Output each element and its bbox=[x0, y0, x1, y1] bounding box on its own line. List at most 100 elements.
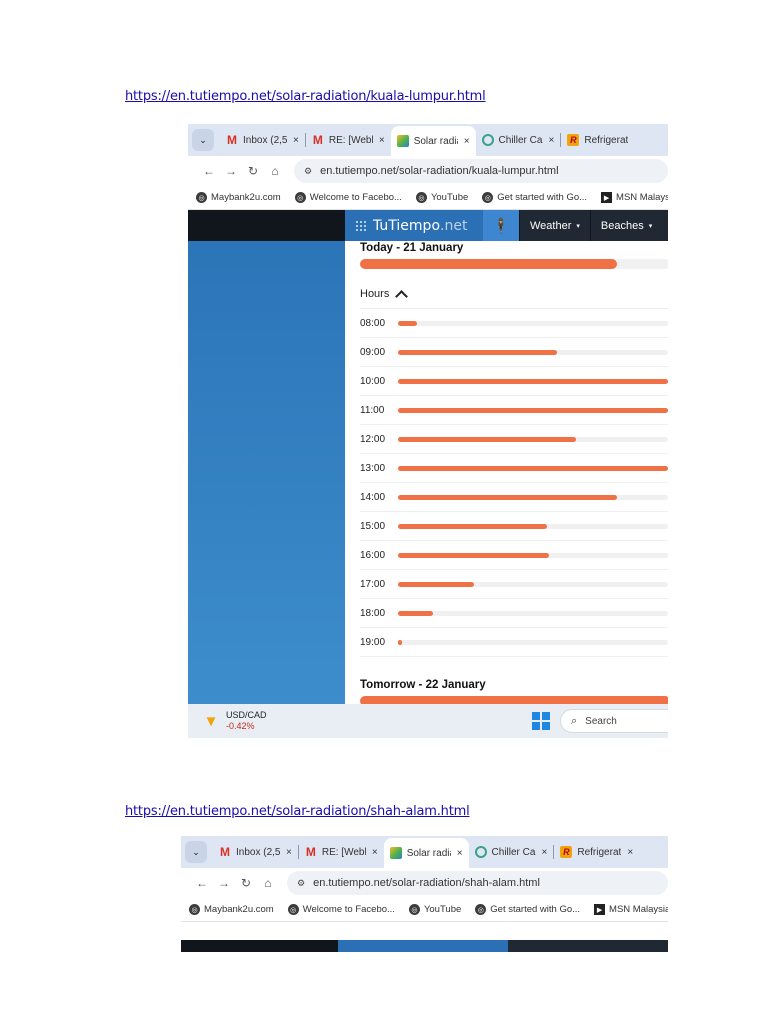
close-tab-icon[interactable]: × bbox=[549, 135, 555, 146]
address-bar[interactable]: ⚙ en.tutiempo.net/solar-radiation/shah-a… bbox=[287, 871, 668, 895]
close-tab-icon[interactable]: × bbox=[542, 847, 548, 858]
currency-ticker[interactable]: USD/CAD -0.42% bbox=[226, 710, 267, 732]
user-icon[interactable]: 🕴 bbox=[483, 210, 519, 241]
windows-start-icon[interactable] bbox=[532, 712, 550, 730]
menu-beaches[interactable]: Beaches ▾ bbox=[589, 210, 662, 241]
bookmark-item[interactable]: ◎ Maybank2u.com bbox=[189, 904, 274, 915]
tab-title: Solar radia bbox=[406, 847, 451, 859]
hour-radiation-fill bbox=[398, 610, 434, 616]
tutiempo-logo[interactable]: TuTiempo .net bbox=[345, 210, 483, 241]
site-settings-icon[interactable]: ⚙ bbox=[304, 166, 312, 177]
tab-strip: ⌄ MInbox (2,5×MRE: [Weble×Solar radia×Ch… bbox=[181, 836, 668, 868]
search-icon: ⌕ bbox=[571, 714, 578, 727]
site-settings-icon[interactable]: ⚙ bbox=[297, 878, 305, 889]
close-tab-icon[interactable]: × bbox=[379, 135, 385, 146]
home-icon[interactable]: ⌂ bbox=[257, 876, 279, 890]
close-tab-icon[interactable]: × bbox=[372, 847, 378, 858]
link-shah-alam[interactable]: https://en.tutiempo.net/solar-radiation/… bbox=[125, 804, 470, 819]
menu-weather[interactable]: Weather ▾ bbox=[519, 210, 590, 241]
globe-icon: ◎ bbox=[415, 192, 427, 203]
bookmark-item[interactable]: ◎ Welcome to Facebo... bbox=[287, 904, 395, 915]
logo-dots-icon bbox=[355, 219, 367, 232]
hour-label: 16:00 bbox=[360, 549, 386, 561]
bookmark-item[interactable]: ◎ Get started with Go... bbox=[482, 192, 587, 203]
bookmark-item[interactable]: ▶MSN Malaysia - O bbox=[601, 192, 668, 203]
hour-label: 08:00 bbox=[360, 317, 386, 329]
browser-tab[interactable]: Solar radia × bbox=[383, 838, 469, 868]
hour-row: 19:00 bbox=[360, 628, 668, 657]
close-tab-icon[interactable]: × bbox=[464, 136, 470, 147]
browser-tab[interactable]: M RE: [Weble × bbox=[306, 127, 391, 153]
tab-title: Inbox (2,5 bbox=[236, 846, 280, 858]
bookmark-label: Get started with Go... bbox=[497, 192, 588, 203]
back-arrow-icon[interactable]: ← bbox=[191, 876, 213, 890]
header-left-dark bbox=[188, 210, 345, 241]
reload-icon[interactable]: ↻ bbox=[235, 876, 257, 890]
bookmark-item[interactable]: ◎ Maybank2u.com bbox=[196, 192, 281, 203]
browser-tab[interactable]: M RE: [Weble × bbox=[299, 839, 384, 865]
bookmark-item[interactable]: ◎ YouTube bbox=[415, 192, 468, 203]
hour-row: 17:00 bbox=[360, 570, 668, 599]
solar-icon bbox=[396, 135, 409, 147]
forward-arrow-icon[interactable]: → bbox=[220, 164, 242, 178]
back-arrow-icon[interactable]: ← bbox=[198, 164, 220, 178]
currency-widget-icon[interactable]: ▼ bbox=[202, 712, 220, 730]
browser-tab[interactable]: M Inbox (2,5 × bbox=[220, 127, 305, 153]
hours-toggle[interactable]: Hours bbox=[360, 279, 668, 309]
solar-icon bbox=[389, 847, 402, 859]
close-tab-icon[interactable]: × bbox=[286, 847, 292, 858]
close-tab-icon[interactable]: × bbox=[293, 135, 299, 146]
link-kuala-lumpur[interactable]: https://en.tutiempo.net/solar-radiation/… bbox=[125, 89, 486, 104]
forward-arrow-icon[interactable]: → bbox=[213, 876, 235, 890]
tab-title: Solar radia bbox=[413, 135, 458, 147]
bookmark-item[interactable]: ◎ Get started with Go... bbox=[475, 904, 580, 915]
tab-title: Chiller Cap bbox=[491, 846, 536, 858]
hour-label: 14:00 bbox=[360, 491, 386, 503]
tab-title: RE: [Weble bbox=[328, 134, 373, 146]
hour-row: 16:00 bbox=[360, 541, 668, 570]
msn-icon: ▶ bbox=[601, 192, 613, 203]
taskbar-search[interactable]: ⌕ Search bbox=[560, 709, 668, 733]
hour-row: 15:00 bbox=[360, 512, 668, 541]
bookmark-label: Get started with Go... bbox=[490, 904, 581, 915]
windows-taskbar: ▼ USD/CAD -0.42% ⌕ Search bbox=[188, 704, 668, 738]
hour-row: 09:00 bbox=[360, 338, 668, 367]
globe-icon: ◎ bbox=[196, 192, 207, 203]
hour-row: 13:00 bbox=[360, 454, 668, 483]
globe-icon: ◎ bbox=[475, 904, 487, 915]
hourly-list: 08:00 09:00 10:00 11:00 12:00 13:00 14:00 15:00… bbox=[360, 309, 668, 657]
browser-tab[interactable]: M Inbox (2,5 × bbox=[213, 839, 298, 865]
hour-radiation-fill bbox=[398, 581, 474, 587]
browser-tab[interactable]: Solar radia × bbox=[390, 126, 476, 156]
browser-tab[interactable]: Chiller Cap × bbox=[469, 839, 554, 865]
home-icon[interactable]: ⌂ bbox=[264, 164, 286, 178]
reload-icon[interactable]: ↻ bbox=[242, 164, 264, 178]
globe-icon: ◎ bbox=[408, 904, 420, 915]
tab-search-chevron-icon[interactable]: ⌄ bbox=[185, 841, 207, 863]
hour-radiation-fill bbox=[398, 436, 577, 442]
globe-icon: ◎ bbox=[294, 192, 306, 203]
bookmark-item[interactable]: ◎ Welcome to Facebo... bbox=[294, 192, 402, 203]
tutiempo-page-partial bbox=[181, 940, 668, 952]
hour-row: 12:00 bbox=[360, 425, 668, 454]
bookmark-item[interactable]: ▶MSN Malaysia - Ou bbox=[594, 904, 668, 915]
globe-icon: ◎ bbox=[482, 192, 494, 203]
close-tab-icon[interactable]: × bbox=[457, 848, 463, 859]
tab-title: Refrigerati bbox=[584, 134, 629, 146]
today-title: Today - 21 January bbox=[360, 242, 464, 254]
bookmarks-bar: ◎ Maybank2u.com ◎ Welcome to Facebo... ◎ YouT… bbox=[188, 186, 668, 210]
tab-search-chevron-icon[interactable]: ⌄ bbox=[192, 129, 214, 151]
bookmark-item[interactable]: ◎ YouTube bbox=[408, 904, 461, 915]
address-bar[interactable]: ⚙ en.tutiempo.net/solar-radiation/kuala-… bbox=[294, 159, 668, 183]
close-tab-icon[interactable]: × bbox=[627, 847, 633, 858]
browser-tab[interactable]: R Refrigerati bbox=[561, 127, 634, 153]
tomorrow-title: Tomorrow - 22 January bbox=[360, 679, 486, 691]
browser-tab[interactable]: R Refrigerati × bbox=[554, 839, 639, 865]
screenshot-kuala-lumpur: ⌄ MInbox (2,5×MRE: [Weble×Solar radia×Ch… bbox=[188, 124, 668, 738]
hour-radiation-bar bbox=[398, 320, 668, 326]
hour-label: 09:00 bbox=[360, 346, 386, 358]
chiller-icon bbox=[474, 846, 487, 858]
hour-radiation-bar bbox=[398, 639, 668, 645]
browser-tab[interactable]: Chiller Cap × bbox=[476, 127, 561, 153]
hour-radiation-bar bbox=[398, 494, 668, 500]
